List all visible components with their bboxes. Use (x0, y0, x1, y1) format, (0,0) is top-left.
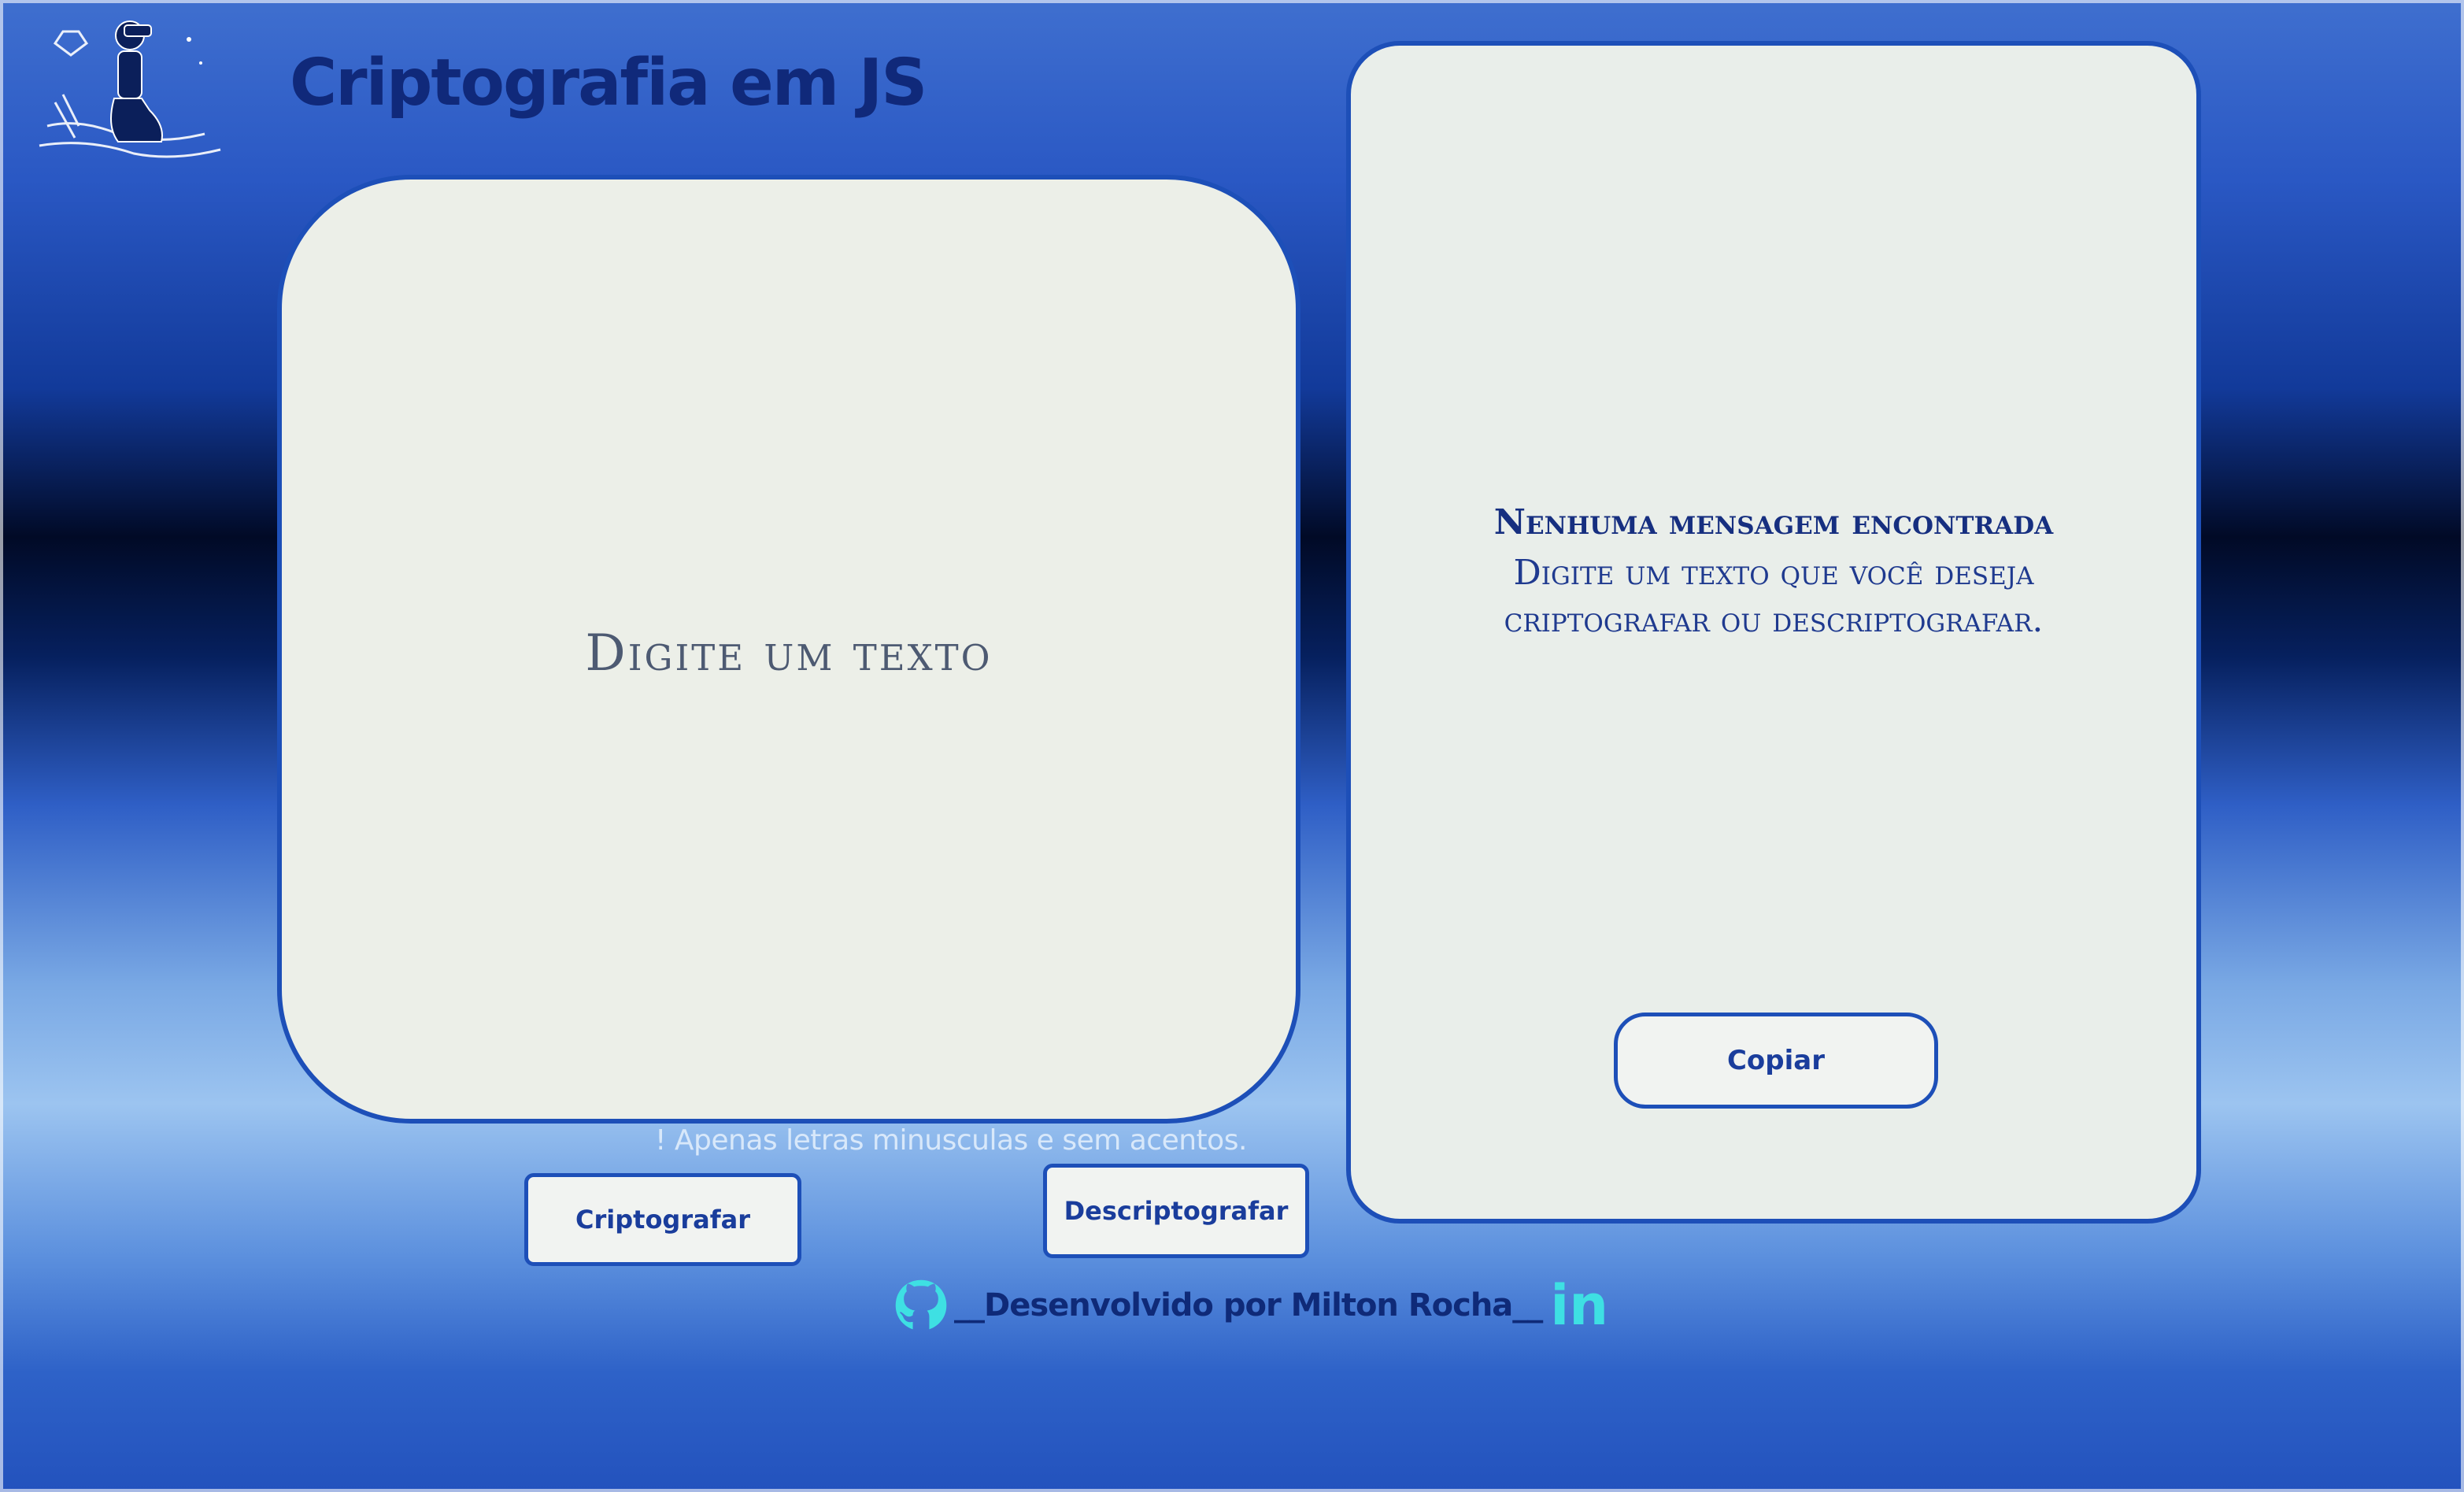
github-icon[interactable] (891, 1275, 951, 1335)
footer: __Desenvolvido por Milton Rocha__ in (891, 1274, 1608, 1337)
decrypt-button[interactable]: Descriptografar (1043, 1164, 1309, 1258)
logo-illustration-icon (39, 20, 221, 158)
input-warning-text: ! Apenas letras minusculas e sem acentos… (655, 1124, 1247, 1157)
output-card: Nenhuma mensagem encontrada Digite um te… (1346, 41, 2201, 1224)
no-message-heading: Nenhuma mensagem encontrada (1493, 502, 2054, 542)
app-title: Criptografia em JS (290, 46, 927, 120)
no-message-description: Digite um texto que você deseja criptogr… (1504, 553, 2044, 640)
copy-button[interactable]: Copiar (1614, 1013, 1938, 1109)
input-card (277, 175, 1300, 1124)
message-input[interactable] (282, 180, 1296, 1119)
footer-credit-text: __Desenvolvido por Milton Rocha__ (954, 1287, 1543, 1324)
linkedin-icon[interactable]: in (1550, 1278, 1608, 1333)
encrypt-button[interactable]: Criptografar (524, 1173, 801, 1266)
